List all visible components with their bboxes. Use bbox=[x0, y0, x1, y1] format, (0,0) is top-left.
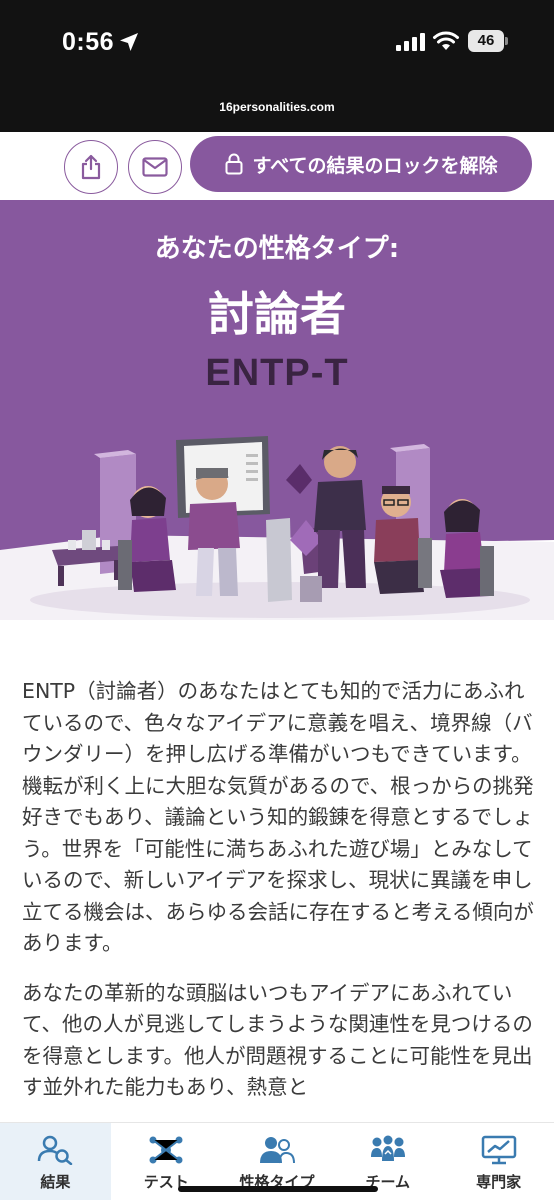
hero-subtitle: あなたの性格タイプ: bbox=[154, 234, 400, 264]
nav-label-results: 結果 bbox=[40, 1173, 71, 1191]
cellular-signal-icon bbox=[396, 33, 425, 51]
description-paragraph: あなたの革新的な頭脳はいつもアイデアにあふれていて、他の人が見逃してしまうような… bbox=[22, 980, 533, 1100]
results-icon bbox=[38, 1135, 73, 1165]
description-paragraph: ENTP（討論者）のあなたはとても知的で活力にあふれているので、色々なアイデアに… bbox=[22, 679, 534, 955]
wifi-icon bbox=[433, 31, 459, 50]
nav-label-experts: 専門家 bbox=[476, 1173, 522, 1191]
action-bar: すべての結果のロックを解除 bbox=[0, 132, 554, 200]
nav-item-results[interactable]: 結果 bbox=[0, 1123, 111, 1200]
hero-banner: あなたの性格タイプ: 討論者 ENTP-T bbox=[0, 200, 554, 620]
url-bar[interactable]: 16personalities.com bbox=[0, 100, 554, 114]
description-section: ENTP（討論者）のあなたはとても知的で活力にあふれているので、色々なアイデアに… bbox=[22, 676, 534, 1104]
status-bar: 0:56 46 16personalities.com bbox=[0, 0, 554, 132]
unlock-label: すべての結果のロックを解除 bbox=[252, 154, 498, 177]
debaters-illustration bbox=[30, 436, 530, 618]
personality-type-code: ENTP-T bbox=[205, 352, 349, 394]
email-button[interactable] bbox=[128, 140, 182, 194]
location-arrow-icon bbox=[120, 33, 138, 51]
types-icon bbox=[259, 1137, 295, 1164]
mail-icon bbox=[142, 157, 168, 177]
lock-icon bbox=[225, 153, 243, 175]
battery-icon: 46 bbox=[468, 30, 508, 52]
test-icon bbox=[149, 1136, 183, 1164]
battery-level: 46 bbox=[468, 30, 504, 52]
unlock-all-results-button[interactable]: すべての結果のロックを解除 bbox=[190, 136, 532, 192]
personality-type-name: 討論者 bbox=[208, 287, 346, 341]
expert-icon bbox=[481, 1135, 516, 1165]
share-button[interactable] bbox=[64, 140, 118, 194]
share-icon bbox=[81, 154, 101, 180]
team-icon bbox=[370, 1135, 405, 1161]
nav-item-experts[interactable]: 専門家 bbox=[443, 1123, 554, 1200]
status-time: 0:56 bbox=[62, 28, 115, 56]
home-indicator[interactable] bbox=[178, 1186, 378, 1192]
